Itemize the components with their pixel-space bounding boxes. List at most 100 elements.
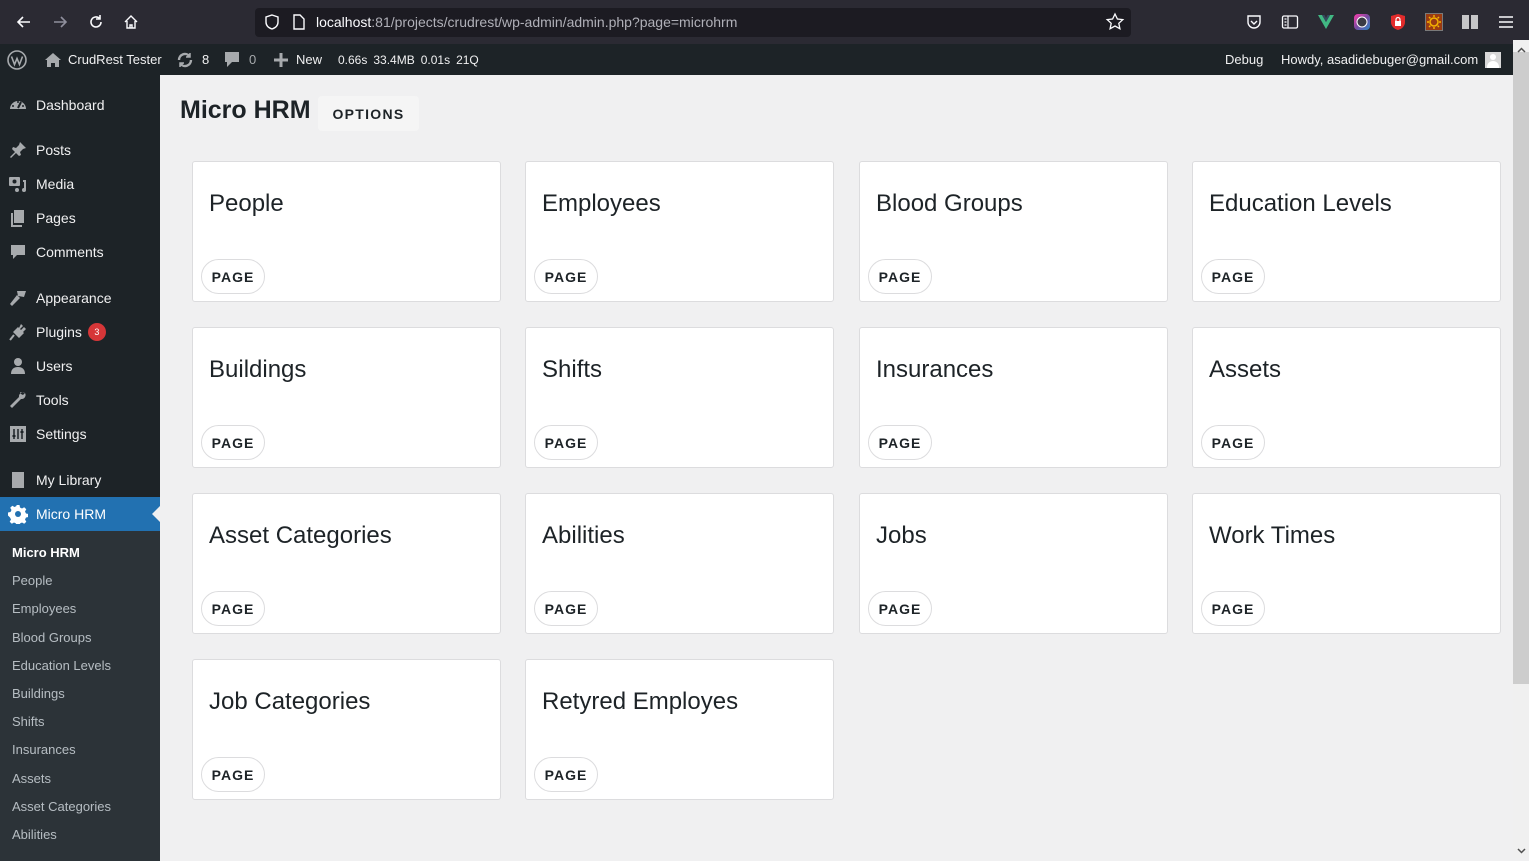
- submenu-item-employees[interactable]: Employees: [12, 601, 76, 616]
- wordpress-logo-icon: [7, 49, 27, 70]
- sidebar-item-appearance[interactable]: Appearance: [0, 281, 160, 315]
- color-picker-icon[interactable]: [1352, 12, 1372, 32]
- options-button[interactable]: OPTIONS: [318, 96, 419, 131]
- sidebar-item-plugins[interactable]: Plugins 3: [0, 315, 160, 349]
- plus-icon: [274, 52, 288, 67]
- page-button-job-categories[interactable]: PAGE: [201, 757, 265, 792]
- module-card-job-categories: Job Categories PAGE: [192, 659, 501, 800]
- site-name-link[interactable]: CrudRest Tester: [44, 44, 162, 75]
- submenu-item-insurances[interactable]: Insurances: [12, 742, 76, 757]
- submenu-item-abilities[interactable]: Abilities: [12, 827, 57, 842]
- reader-view-icon[interactable]: [1280, 12, 1300, 32]
- shield-icon[interactable]: [263, 13, 281, 31]
- card-title: Abilities: [542, 522, 625, 549]
- url-bar[interactable]: localhost:81/projects/crudrest/wp-admin/…: [255, 8, 1131, 37]
- page-button-insurances[interactable]: PAGE: [868, 425, 932, 460]
- sidebar-item-posts[interactable]: Posts: [0, 133, 160, 167]
- query-monitor-stats[interactable]: 0.66s 33.4MB 0.01s 21Q: [338, 44, 479, 75]
- page-button-jobs[interactable]: PAGE: [868, 591, 932, 626]
- card-title: People: [209, 190, 284, 217]
- page-title: Micro HRM: [180, 96, 311, 124]
- page-button-abilities[interactable]: PAGE: [534, 591, 598, 626]
- sidebar-item-settings[interactable]: Settings: [0, 417, 160, 451]
- sidebar-item-tools[interactable]: Tools: [0, 383, 160, 417]
- submenu-item-education-levels[interactable]: Education Levels: [12, 658, 111, 673]
- card-title: Employees: [542, 190, 661, 217]
- submenu-item-micro-hrm[interactable]: Micro HRM: [12, 545, 80, 560]
- page-button-buildings[interactable]: PAGE: [201, 425, 265, 460]
- card-title: Jobs: [876, 522, 927, 549]
- page-button-shifts[interactable]: PAGE: [534, 425, 598, 460]
- sidebar-item-my-library[interactable]: My Library: [0, 463, 160, 497]
- my-account-link[interactable]: Howdy, asadidebuger@gmail.com: [1281, 44, 1502, 75]
- page-button-people[interactable]: PAGE: [201, 259, 265, 294]
- updates-link[interactable]: 8: [176, 44, 209, 75]
- card-title: Education Levels: [1209, 190, 1392, 217]
- page-button-blood-groups[interactable]: PAGE: [868, 259, 932, 294]
- url-text[interactable]: localhost:81/projects/crudrest/wp-admin/…: [316, 14, 737, 30]
- pocket-icon[interactable]: [1244, 12, 1264, 32]
- sidebar-item-pages[interactable]: Pages: [0, 201, 160, 235]
- sidebar-item-users[interactable]: Users: [0, 349, 160, 383]
- library-icon[interactable]: [1460, 12, 1480, 32]
- debug-link[interactable]: Debug: [1225, 44, 1263, 75]
- submenu-item-shifts[interactable]: Shifts: [12, 714, 45, 729]
- scrollbar-thumb[interactable]: [1513, 52, 1529, 684]
- comments-link[interactable]: 0: [224, 44, 256, 75]
- back-button[interactable]: [10, 8, 38, 36]
- stat-page-time: 0.66s: [338, 52, 368, 67]
- bookmark-star-icon[interactable]: [1105, 12, 1125, 32]
- submenu-item-asset-categories[interactable]: Asset Categories: [12, 799, 111, 814]
- sidebar-label: Plugins: [36, 324, 82, 340]
- new-label: New: [296, 52, 323, 67]
- card-title: Asset Categories: [209, 522, 392, 549]
- comment-icon: [0, 242, 36, 262]
- reload-button[interactable]: [82, 8, 110, 36]
- sidebar-item-media[interactable]: Media: [0, 167, 160, 201]
- page-button-education-levels[interactable]: PAGE: [1201, 259, 1265, 294]
- sun-extension-icon[interactable]: [1424, 12, 1444, 32]
- comments-count: 0: [249, 52, 257, 67]
- user-icon: [0, 356, 36, 376]
- sidebar-label: Posts: [36, 142, 72, 158]
- page-button-employees[interactable]: PAGE: [534, 259, 598, 294]
- new-content-link[interactable]: New: [273, 44, 322, 75]
- card-title: Buildings: [209, 356, 307, 383]
- module-card-assets: Assets PAGE: [1192, 327, 1501, 468]
- reload-icon: [90, 15, 102, 28]
- submenu-item-buildings[interactable]: Buildings: [12, 686, 65, 701]
- arrow-right-icon: [54, 16, 68, 28]
- scroll-up-icon[interactable]: [1513, 44, 1529, 56]
- plugin-updates-badge: 3: [87, 323, 106, 341]
- browser-toolbar: localhost:81/projects/crudrest/wp-admin/…: [0, 0, 1529, 44]
- module-card-abilities: Abilities PAGE: [525, 493, 834, 634]
- menu-icon[interactable]: [1496, 12, 1516, 32]
- page-button-asset-categories[interactable]: PAGE: [201, 591, 265, 626]
- lock-shield-icon[interactable]: [1388, 12, 1408, 32]
- sidebar-label: Settings: [36, 426, 87, 442]
- submenu-item-assets[interactable]: Assets: [12, 771, 51, 786]
- submenu-item-blood-groups[interactable]: Blood Groups: [12, 630, 92, 645]
- page-icon[interactable]: [291, 13, 307, 31]
- scroll-down-icon[interactable]: [1513, 845, 1529, 857]
- forward-button[interactable]: [46, 8, 74, 36]
- home-button[interactable]: [117, 8, 145, 36]
- card-title: Work Times: [1209, 522, 1336, 549]
- sidebar-label: Tools: [36, 392, 69, 408]
- sidebar-label: Micro HRM: [36, 506, 106, 522]
- debug-label: Debug: [1225, 52, 1264, 67]
- submenu-item-people[interactable]: People: [12, 573, 52, 588]
- vue-devtools-icon[interactable]: [1316, 12, 1336, 32]
- page-button-assets[interactable]: PAGE: [1201, 425, 1265, 460]
- arrow-left-icon: [16, 16, 30, 28]
- page-button-work-times[interactable]: PAGE: [1201, 591, 1265, 626]
- wrench-icon: [0, 390, 36, 410]
- sidebar-item-dashboard[interactable]: Dashboard: [0, 88, 160, 122]
- wp-logo-button[interactable]: [7, 44, 27, 75]
- sidebar-label: My Library: [36, 472, 102, 488]
- pin-icon: [0, 140, 36, 160]
- sidebar-item-comments[interactable]: Comments: [0, 235, 160, 269]
- page-button-retyred-employes[interactable]: PAGE: [534, 757, 598, 792]
- sidebar-item-micro-hrm[interactable]: Micro HRM: [0, 497, 160, 531]
- pages-icon: [0, 208, 36, 228]
